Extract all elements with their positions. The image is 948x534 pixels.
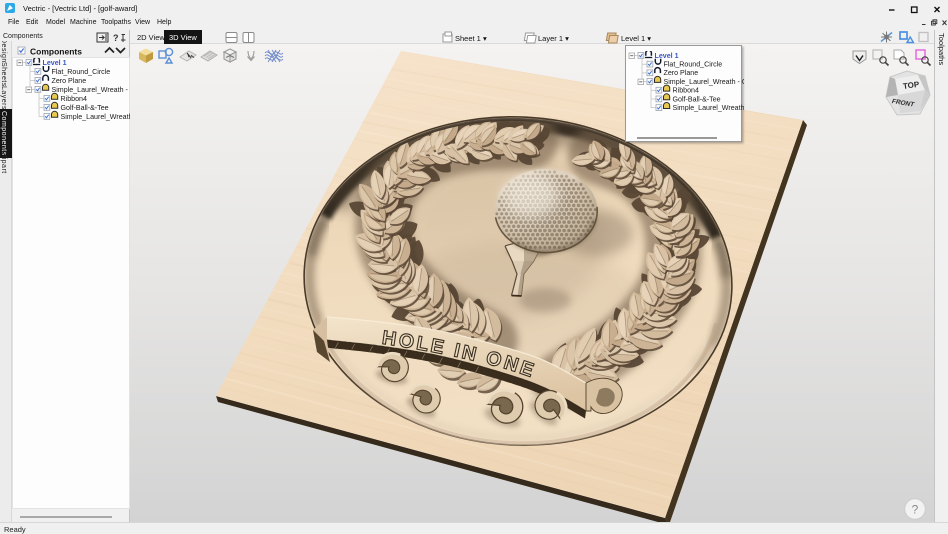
svg-text:Golf-Ball-&-Tee: Golf-Ball-&-Tee [61, 104, 109, 112]
svg-text:Level 1: Level 1 [655, 52, 679, 60]
svg-text:Flat_Round_Circle: Flat_Round_Circle [664, 61, 723, 69]
svg-text:Zero Plane: Zero Plane [664, 69, 699, 77]
svg-text:Simple_Laurel_Wreath - Gro: Simple_Laurel_Wreath - Gro [664, 78, 745, 86]
svg-text:Golf-Ball-&-Tee: Golf-Ball-&-Tee [673, 95, 721, 103]
svg-text:Ribbon4: Ribbon4 [61, 95, 87, 103]
svg-text:Simple_Laurel_Wreath - Gro: Simple_Laurel_Wreath - Gro [52, 86, 131, 94]
svg-text:Simple_Laurel_Wreath: Simple_Laurel_Wreath [61, 113, 131, 121]
svg-text:Simple_Laurel_Wreath: Simple_Laurel_Wreath [673, 104, 745, 112]
svg-text:Components: Components [30, 47, 82, 57]
svg-text:?: ? [113, 33, 119, 43]
svg-text:Ribbon4: Ribbon4 [673, 87, 699, 95]
svg-text:Zero Plane: Zero Plane [52, 77, 87, 85]
svg-text:?: ? [912, 503, 919, 517]
svg-text:Level 1: Level 1 [43, 59, 67, 67]
svg-text:Flat_Round_Circle: Flat_Round_Circle [52, 68, 111, 76]
